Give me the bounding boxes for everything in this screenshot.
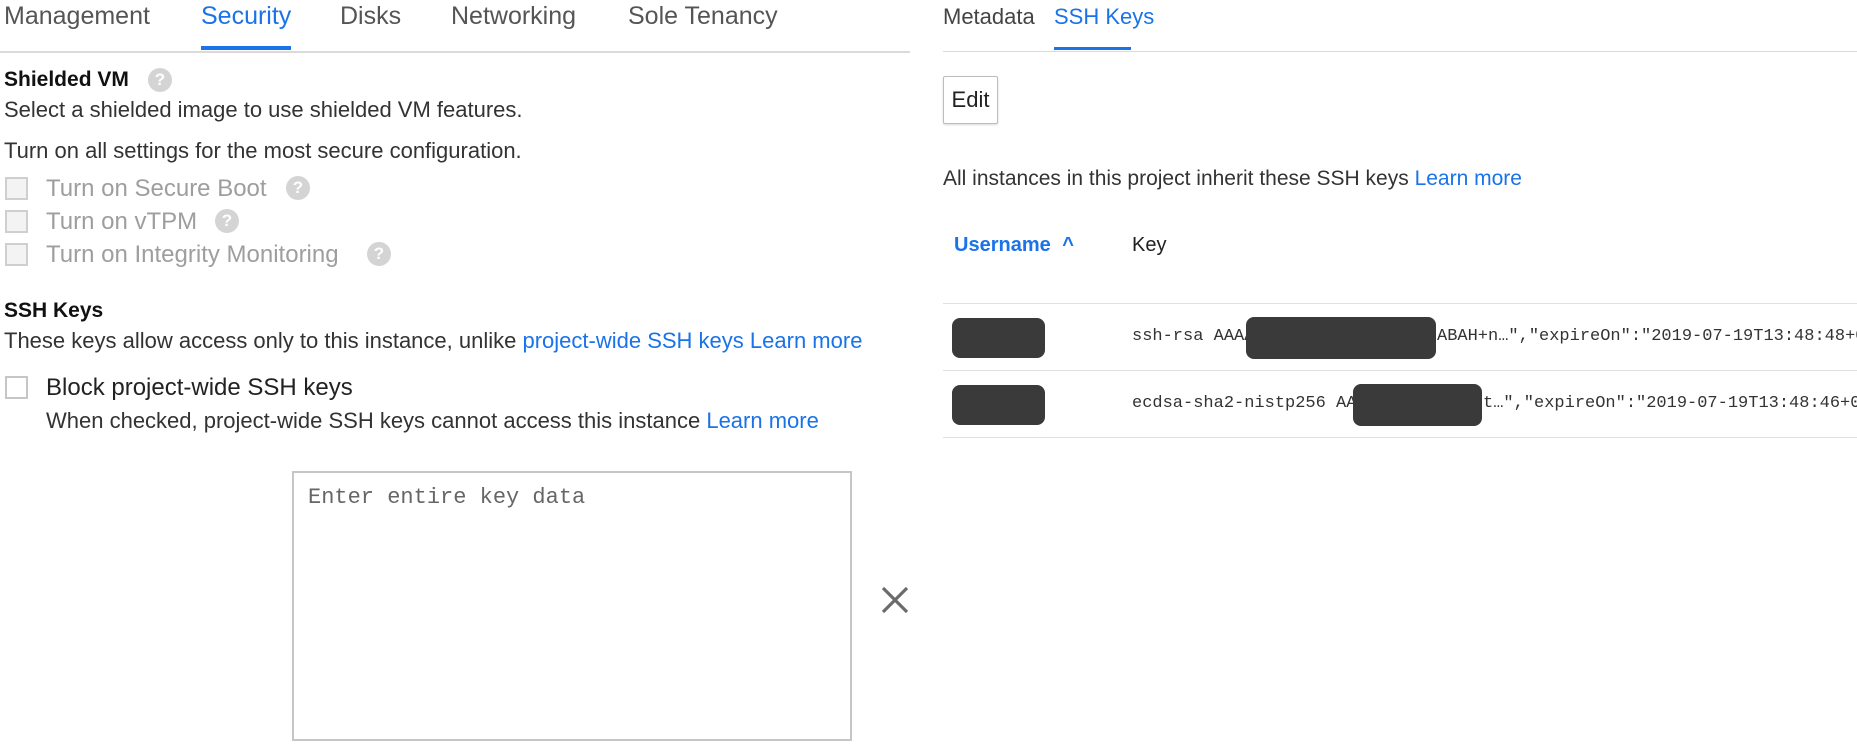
redacted-username <box>952 318 1045 358</box>
ssh-key-input[interactable] <box>292 471 852 741</box>
key-suffix: t…","expireOn":"2019-07-19T13:48:46+0000… <box>1483 394 1857 413</box>
right-tab-bar: Metadata SSH Keys <box>943 0 1857 52</box>
vtpm-checkbox[interactable] <box>5 210 28 233</box>
shielded-vm-description: Select a shielded image to use shielded … <box>4 97 523 122</box>
tab-security[interactable]: Security <box>201 2 291 31</box>
tab-ssh-keys[interactable]: SSH Keys <box>1054 4 1154 30</box>
key-prefix: ssh-rsa AAAAE <box>1132 327 1265 346</box>
tab-networking[interactable]: Networking <box>451 2 576 31</box>
integrity-monitoring-label: Turn on Integrity Monitoring <box>46 241 339 268</box>
redacted-key <box>1353 384 1482 426</box>
username-header-label: Username <box>954 234 1051 256</box>
block-project-ssh-keys-checkbox[interactable] <box>5 376 28 399</box>
inherit-line: All instances in this project inherit th… <box>943 167 1522 191</box>
integrity-monitoring-checkbox[interactable] <box>5 243 28 266</box>
ssh-keys-description: These keys allow access only to this ins… <box>4 328 517 353</box>
block-help-line: When checked, project-wide SSH keys cann… <box>46 408 819 434</box>
shielded-vm-hint: Turn on all settings for the most secure… <box>4 138 522 163</box>
tab-sole-tenancy[interactable]: Sole Tenancy <box>628 2 778 31</box>
tab-disks[interactable]: Disks <box>340 2 401 31</box>
help-icon[interactable]: ? <box>286 176 310 200</box>
tab-management[interactable]: Management <box>4 2 150 31</box>
key-column-header: Key <box>1132 234 1167 256</box>
help-icon[interactable]: ? <box>148 68 172 92</box>
key-suffix: ABAH+n…","expireOn":"2019-07-19T13:48:48… <box>1437 327 1857 346</box>
redacted-key <box>1246 317 1436 359</box>
ssh-keys-title: SSH Keys <box>4 299 104 322</box>
help-icon[interactable]: ? <box>215 209 239 233</box>
username-column-header[interactable]: Username ^ <box>954 234 1074 257</box>
close-icon[interactable] <box>878 583 912 617</box>
key-prefix: ecdsa-sha2-nistp256 AAAAE <box>1132 394 1388 413</box>
shielded-vm-title: Shielded VM <box>4 68 129 91</box>
sort-ascending-icon: ^ <box>1062 234 1074 256</box>
secure-boot-label: Turn on Secure Boot <box>46 175 267 202</box>
inherit-learn-more-link[interactable]: Learn more <box>1415 167 1522 190</box>
project-wide-ssh-keys-link[interactable]: project-wide SSH keys <box>522 328 743 353</box>
inherit-text: All instances in this project inherit th… <box>943 167 1409 190</box>
block-project-ssh-keys-label: Block project-wide SSH keys <box>46 374 353 401</box>
left-tab-bar: Management Security Disks Networking Sol… <box>0 0 910 53</box>
block-help-text: When checked, project-wide SSH keys cann… <box>46 408 701 433</box>
active-tab-indicator <box>201 46 291 50</box>
active-tab-indicator <box>1054 47 1131 50</box>
edit-button[interactable]: Edit <box>943 76 998 124</box>
learn-more-link[interactable]: Learn more <box>750 328 863 353</box>
tab-metadata[interactable]: Metadata <box>943 4 1035 30</box>
row-divider <box>943 437 1857 438</box>
help-icon[interactable]: ? <box>367 242 391 266</box>
redacted-username <box>952 385 1045 425</box>
vtpm-label: Turn on vTPM <box>46 208 198 235</box>
ssh-keys-description-line: These keys allow access only to this ins… <box>4 328 862 354</box>
secure-boot-checkbox[interactable] <box>5 177 28 200</box>
block-learn-more-link[interactable]: Learn more <box>706 408 819 433</box>
